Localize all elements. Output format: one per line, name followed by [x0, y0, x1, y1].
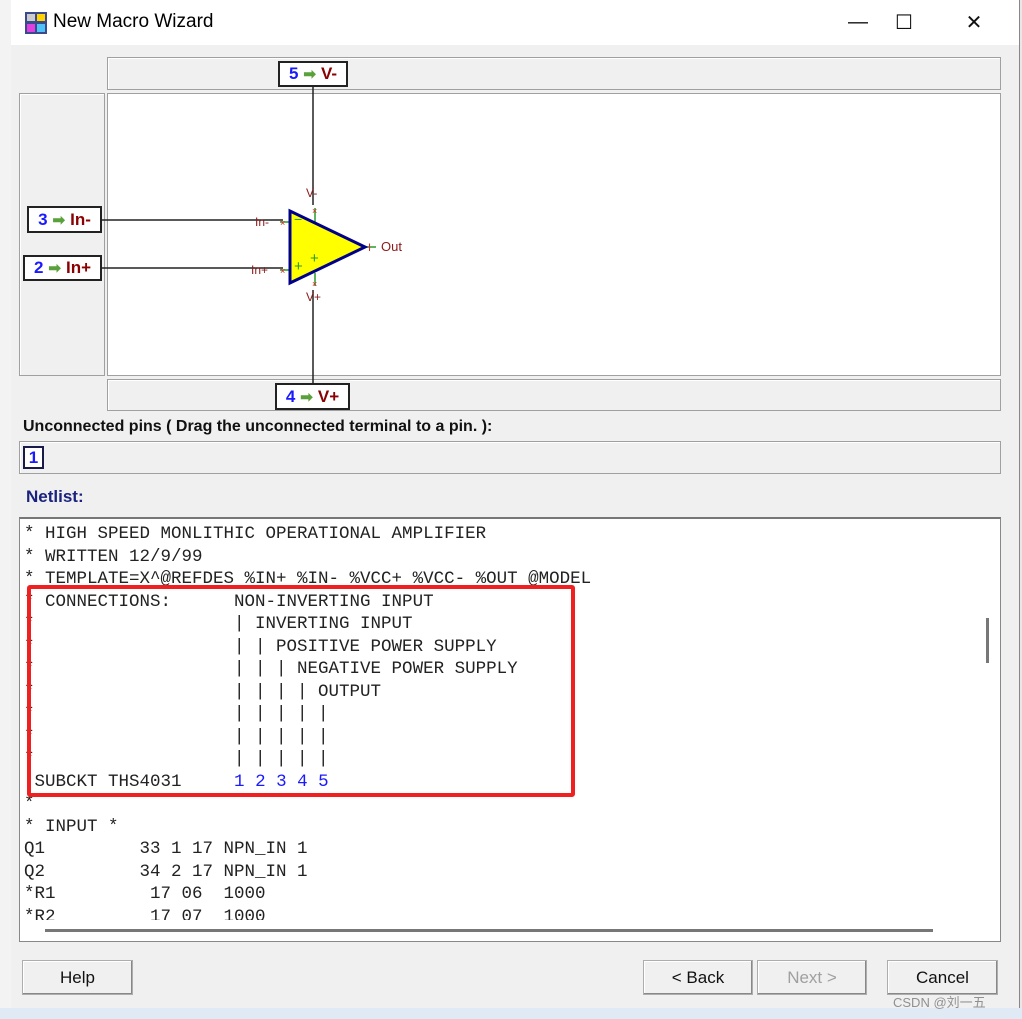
pin-name: In- — [70, 209, 91, 229]
symbol-label-inplus: In+ — [251, 263, 269, 277]
plus-sign: + — [310, 250, 319, 267]
pin-name: V+ — [317, 386, 340, 406]
help-button[interactable]: Help — [22, 960, 133, 995]
symbol-label-inminus: In- — [255, 215, 270, 229]
netlist-line: Q1 33 1 17 NPN_IN 1 — [24, 839, 308, 859]
pin-4-vplus[interactable]: 4 ➡ V+ — [275, 383, 350, 410]
pin-3-inminus[interactable]: 3 ➡ In- — [27, 206, 102, 233]
netlist-line: * HIGH SPEED MONLITHIC OPERATIONAL AMPLI… — [24, 524, 487, 544]
horizontal-scrollbar-thumb[interactable] — [45, 929, 933, 932]
pin-number: 3 — [38, 209, 48, 229]
terminal-x-marker: × — [312, 206, 317, 216]
terminal-x-marker: × — [312, 279, 317, 289]
netlist-line: *R2 17 07 1000 — [24, 906, 266, 920]
out-terminal-marker: I — [368, 242, 371, 254]
arrow-right-icon: ➡ — [300, 388, 313, 406]
symbol-label-vminus: V- — [306, 186, 318, 200]
unconnected-pins-label: Unconnected pins ( Drag the unconnected … — [23, 418, 493, 435]
pin-number: 4 — [285, 386, 296, 406]
netlist-line: Q2 34 2 17 NPN_IN 1 — [24, 861, 308, 882]
pin-number: 2 — [33, 258, 44, 277]
plus-sign: + — [294, 258, 303, 275]
unconnected-pins-area — [19, 441, 1001, 474]
pin-name: V- — [320, 64, 338, 83]
vertical-scrollbar-thumb[interactable] — [986, 618, 989, 663]
netlist-label: Netlist: — [26, 487, 84, 506]
netlist-line: * WRITTEN 12/9/99 — [24, 546, 203, 567]
unconnected-pin-1[interactable]: 1 — [23, 446, 44, 469]
horizontal-scrollbar-track — [20, 922, 1000, 941]
pin-2-inplus[interactable]: 2 ➡ In+ — [23, 255, 102, 281]
arrow-right-icon: ➡ — [303, 66, 316, 83]
back-button[interactable]: < Back — [643, 960, 753, 995]
minus-sign: − — [294, 211, 303, 227]
pin-number: 5 — [288, 64, 299, 83]
next-button[interactable]: Next > — [757, 960, 867, 995]
arrow-right-icon: ➡ — [48, 260, 61, 277]
terminal-x-marker: × — [280, 218, 285, 228]
taskbar — [0, 1008, 1022, 1019]
highlight-box — [27, 585, 575, 797]
schematic-wires: × × × × I — [101, 86, 376, 383]
terminal-x-marker: × — [280, 266, 285, 276]
pin-5-vminus[interactable]: 5 ➡ V- — [278, 61, 348, 87]
pin-name: In+ — [66, 258, 92, 277]
netlist-line: *R1 17 06 1000 — [24, 884, 266, 904]
watermark: CSDN @刘一五 — [893, 995, 986, 1010]
symbol-label-vplus: V+ — [306, 290, 322, 304]
arrow-right-icon: ➡ — [52, 211, 66, 229]
cancel-button[interactable]: Cancel — [887, 960, 998, 995]
netlist-line: * INPUT * — [24, 816, 119, 837]
symbol-label-out: Out — [381, 239, 402, 254]
